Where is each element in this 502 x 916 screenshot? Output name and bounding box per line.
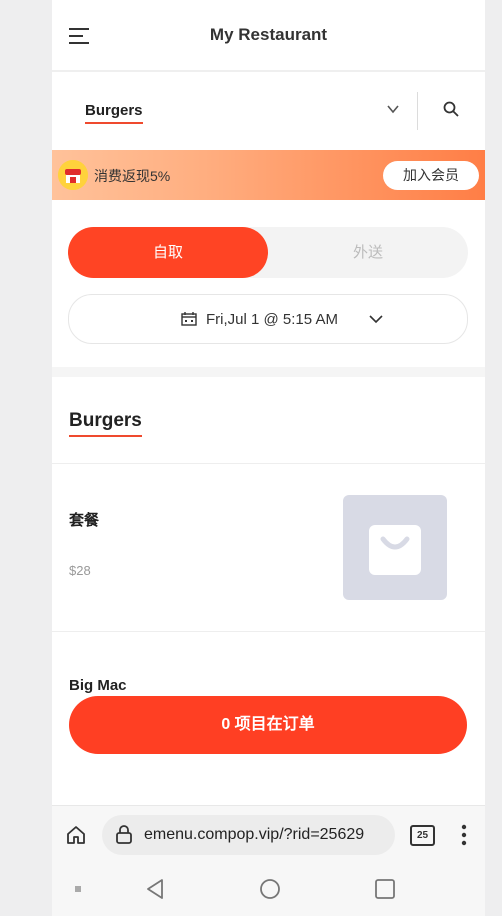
pickup-time-selector[interactable]: Fri,Jul 1 @ 5:15 AM <box>68 294 468 344</box>
category-bar: Burgers <box>52 72 485 150</box>
section-gap <box>52 367 485 377</box>
home-icon[interactable] <box>66 825 86 845</box>
app-header: My Restaurant <box>52 0 485 72</box>
pickup-option[interactable]: 自取 <box>68 227 268 278</box>
chevron-down-icon[interactable] <box>386 102 400 116</box>
app-screen: My Restaurant Burgers 消费返现5% 加入会员 自取 外送 <box>52 0 485 916</box>
dot-icon <box>75 886 81 892</box>
back-icon[interactable] <box>145 878 165 900</box>
divider <box>417 92 418 130</box>
divider <box>52 463 485 464</box>
tabs-icon[interactable]: 25 <box>410 825 435 846</box>
divider <box>52 631 485 632</box>
menu-item-name[interactable]: 套餐 <box>69 509 99 530</box>
system-nav-bar <box>52 863 485 916</box>
menu-item-name[interactable]: Big Mac <box>69 677 127 694</box>
browser-toolbar: emenu.compop.vip/?rid=25629 25 <box>52 805 485 864</box>
delivery-option[interactable]: 外送 <box>268 227 468 278</box>
url-text: emenu.compop.vip/?rid=25629 <box>144 826 365 843</box>
join-member-button[interactable]: 加入会员 <box>383 161 479 190</box>
category-selector-label[interactable]: Burgers <box>85 102 143 124</box>
address-bar[interactable]: emenu.compop.vip/?rid=25629 <box>102 815 395 855</box>
shop-icon <box>58 160 88 190</box>
page-title: My Restaurant <box>209 25 328 44</box>
order-mode-toggle: 自取 外送 <box>68 227 468 278</box>
calendar-icon <box>181 312 197 326</box>
search-icon[interactable] <box>442 100 460 118</box>
shopping-bag-icon <box>369 525 421 575</box>
promo-banner: 消费返现5% 加入会员 <box>52 150 485 200</box>
promo-text: 消费返现5% <box>94 168 171 184</box>
menu-section-title: Burgers <box>69 410 142 437</box>
menu-item-image[interactable] <box>343 495 447 600</box>
recents-icon[interactable] <box>374 878 396 900</box>
lock-icon <box>116 825 132 844</box>
home-circle-icon[interactable] <box>259 878 281 900</box>
menu-item-price: $28 <box>69 563 91 578</box>
pickup-time-value: Fri,Jul 1 @ 5:15 AM <box>206 311 338 328</box>
more-vertical-icon[interactable] <box>460 823 468 847</box>
chevron-down-icon <box>369 315 383 324</box>
view-order-button[interactable]: 0 项目在订单 <box>69 696 467 754</box>
